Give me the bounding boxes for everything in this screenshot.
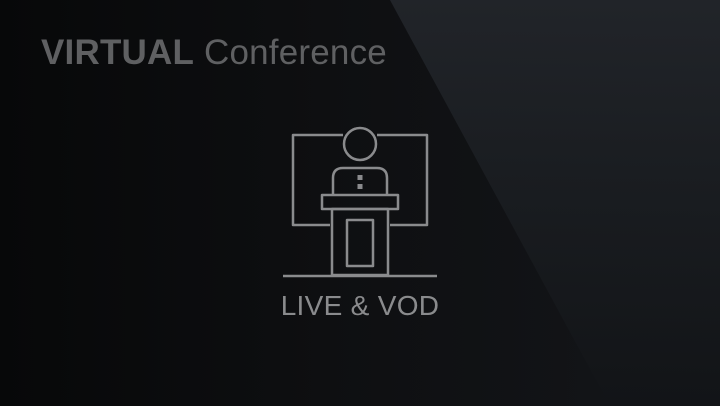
title-rest-word: Conference [204,33,387,72]
live-vod-caption: LIVE & VOD [280,290,440,321]
banner-title: VIRTUAL Conference [41,33,387,73]
conference-banner: VIRTUAL Conference LIVE & VOD [0,0,720,406]
speaker-at-podium-icon [283,126,437,278]
title-bold-word: VIRTUAL [41,33,195,72]
